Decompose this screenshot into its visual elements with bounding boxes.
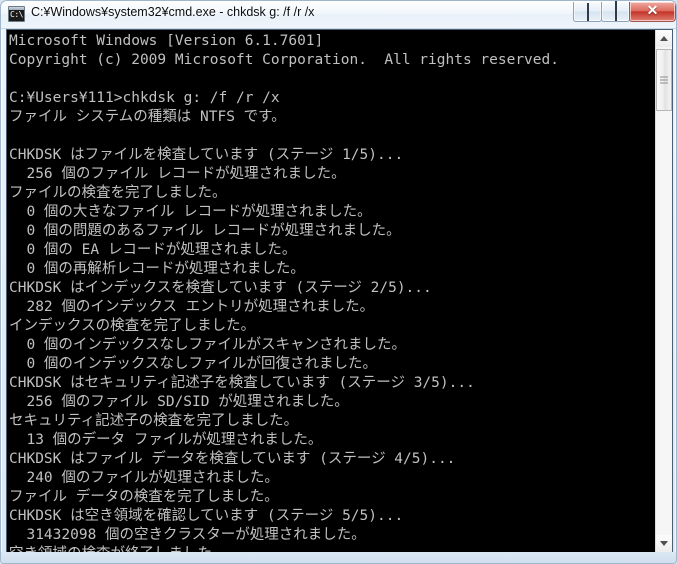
console-line: 256 個のファイル SD/SID が処理されました。 [9, 394, 349, 410]
console-line: CHKDSK はインデックスを検査しています (ステージ 2/5)... [9, 280, 432, 296]
console-line: 256 個のファイル レコードが処理されました。 [9, 166, 346, 182]
console-line: 240 個のファイルが処理されました。 [9, 470, 279, 486]
caption-buttons: ✕ [573, 1, 676, 22]
console-line: CHKDSK は空き領域を確認しています (ステージ 5/5)... [9, 508, 404, 524]
console-line: CHKDSK はセキュリティ記述子を検査しています (ステージ 3/5)... [9, 375, 475, 391]
scroll-down-button[interactable] [656, 535, 672, 552]
scrollbar-track[interactable] [656, 47, 672, 535]
minimize-button[interactable] [573, 2, 602, 22]
console-line: セキュリティ記述子の検査を完了しました。 [9, 413, 299, 429]
scrollbar-grip-icon [660, 75, 668, 86]
chevron-down-icon [660, 541, 668, 546]
scrollbar-thumb[interactable] [656, 49, 672, 111]
console-client-area: Microsoft Windows [Version 6.1.7601] Copy… [6, 29, 673, 553]
console-line: ファイルの検査を完了しました。 [9, 185, 227, 201]
title-bar[interactable]: C:\. C:¥Windows¥system32¥cmd.exe - chkds… [1, 1, 676, 29]
console-line: ファイル システムの種類は NTFS です。 [9, 109, 286, 125]
icon-prompt-glyph: C:\. [10, 10, 24, 19]
console-line: インデックスの検査を完了しました。 [9, 318, 256, 334]
close-icon: ✕ [646, 3, 659, 19]
console-line: 0 個のインデックスなしファイルが回復されました。 [9, 356, 377, 372]
console-line: 0 個の再解析レコードが処理されました。 [9, 261, 305, 277]
console-output[interactable]: Microsoft Windows [Version 6.1.7601] Copy… [7, 30, 655, 552]
console-line: 0 個の大きなファイル レコードが処理されました。 [9, 204, 372, 220]
console-line: 空き領域の検査が終了しました。 [9, 545, 655, 552]
console-scrollbar[interactable] [655, 30, 672, 552]
console-line: 282 個のインデックス エントリが処理されました。 [9, 299, 375, 315]
maximize-button[interactable] [601, 1, 630, 22]
console-line: 13 個のデータ ファイルが処理されました。 [9, 432, 323, 448]
cmd-console-icon: C:\. [8, 6, 25, 22]
cmd-window: C:\. C:¥Windows¥system32¥cmd.exe - chkds… [0, 0, 677, 564]
console-line: 0 個のインデックスなしファイルがスキャンされました。 [9, 337, 406, 353]
console-line: 0 個の EA レコードが処理されました。 [9, 242, 297, 258]
minimize-icon [586, 2, 589, 21]
console-line: ファイル データの検査を完了しました。 [9, 489, 279, 505]
console-line: C:¥Users¥111>chkdsk g: /f /r /x [9, 90, 280, 106]
scroll-up-button[interactable] [656, 30, 672, 47]
close-button[interactable]: ✕ [629, 2, 676, 22]
console-line: 0 個の問題のあるファイル レコードが処理されました。 [9, 223, 401, 239]
window-title: C:¥Windows¥system32¥cmd.exe - chkdsk g: … [31, 5, 315, 19]
console-line: Microsoft Windows [Version 6.1.7601] [9, 33, 324, 49]
maximize-icon [614, 1, 617, 21]
console-line: CHKDSK はファイルを検査しています (ステージ 1/5)... [9, 147, 404, 163]
console-line: 31432098 個の空きクラスターが処理されました。 [9, 527, 366, 543]
window-bottom-edge [1, 552, 676, 563]
chevron-up-icon [660, 36, 668, 41]
console-line: CHKDSK はファイル データを検査しています (ステージ 4/5)... [9, 451, 456, 467]
console-line: Copyright (c) 2009 Microsoft Corporation… [9, 52, 559, 68]
